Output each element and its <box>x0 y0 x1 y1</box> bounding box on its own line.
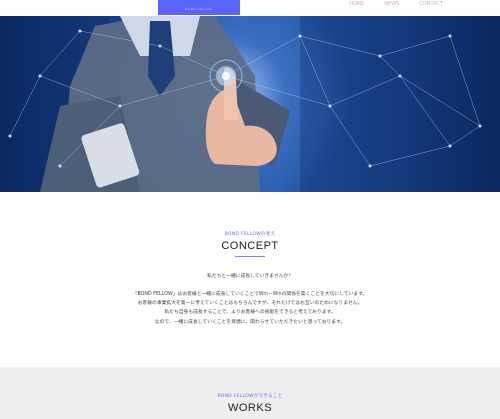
concept-title: CONCEPT <box>221 240 279 252</box>
concept-line: 「BOND FELLOW」はお客様と一緒に成長していくことでWin－Winの関係… <box>132 292 368 297</box>
hero-image <box>0 16 500 192</box>
site-logo[interactable]: BOND FELLOW <box>158 0 240 15</box>
works-title: WORKS <box>227 402 273 414</box>
concept-line: お客様の事業拡大を第一に考えていくことはもちろんですが、それだけではお互いのため… <box>137 301 363 307</box>
concept-kicker: BOND FELLOWの考え <box>224 232 276 237</box>
nav-item-news[interactable]: NEWS <box>384 1 399 7</box>
nav-item-home[interactable]: HOME <box>349 1 364 7</box>
works-kicker: BOND FELLOWができること <box>217 394 283 399</box>
hero-illustration <box>0 16 500 192</box>
concept-lead: 私たちと一緒に成長していきませんか？ <box>206 274 294 279</box>
nav-item-contact[interactable]: CONTACT <box>419 1 443 7</box>
global-nav: HOME NEWS CONTACT <box>349 1 443 7</box>
concept-underline <box>235 256 265 257</box>
concept-line: 私たち自身も成長することで、よりお客様への貢献をできると考えております。 <box>164 310 336 316</box>
works-section: BOND FELLOWができること WORKS <box>0 367 500 419</box>
site-header: BOND FELLOW HOME NEWS CONTACT <box>0 0 500 16</box>
concept-paragraph: 「BOND FELLOW」はお客様と一緒に成長していくことでWin－Winの関係… <box>0 290 500 327</box>
concept-line: なので、一緒に成長していくことを目標に、関わらせていただきたいと思っております。 <box>154 319 346 325</box>
logo-subtext: BOND FELLOW <box>185 7 213 11</box>
